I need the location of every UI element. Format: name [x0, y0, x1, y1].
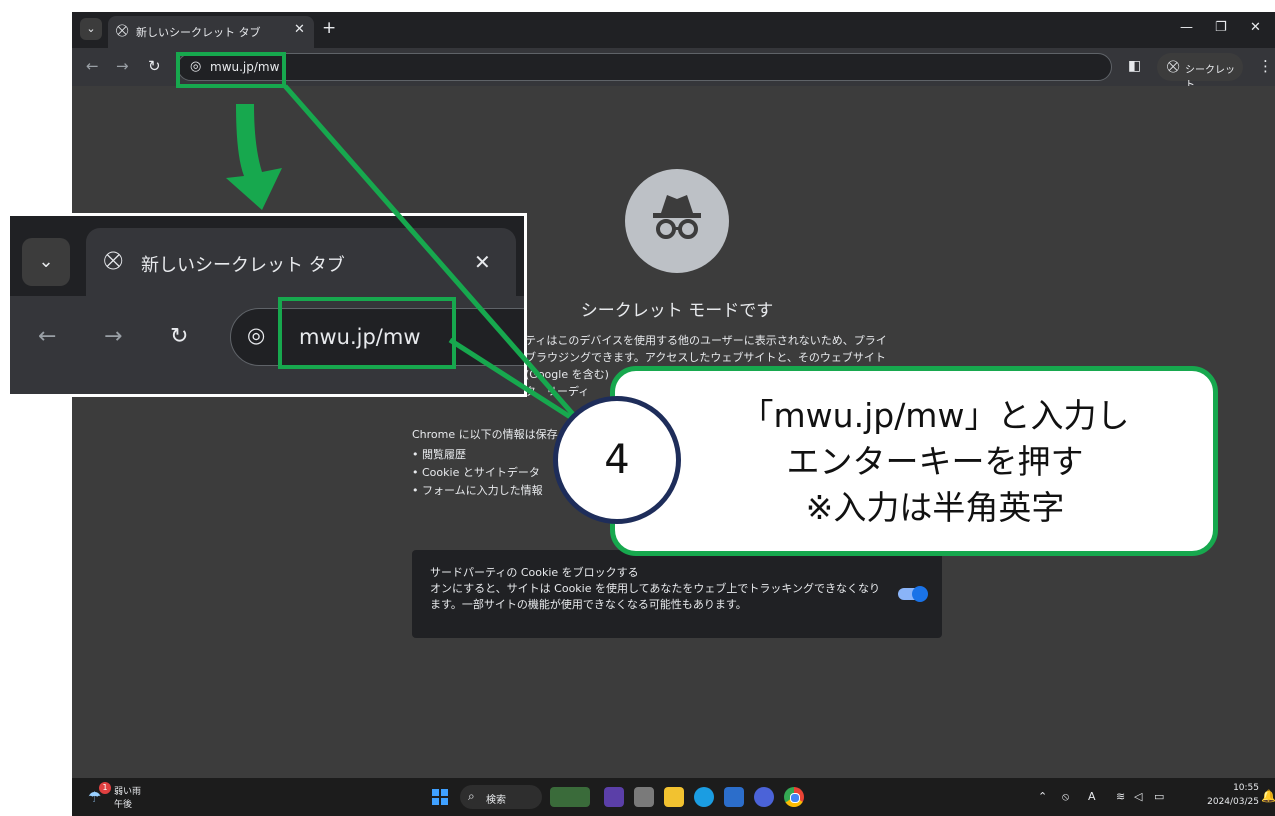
- url-highlight: [176, 52, 286, 88]
- instruction-line: エンターキーを押す: [786, 442, 1084, 481]
- callout-line: [283, 84, 602, 447]
- instruction-line: ※入力は半角英字: [805, 488, 1065, 527]
- down-arrow-icon: [226, 104, 282, 210]
- zoom-url-highlight: [278, 297, 456, 369]
- instruction-line: 「mwu.jp/mw」と入力し: [740, 396, 1130, 435]
- callout-line: [448, 337, 577, 423]
- instruction-text: 「mwu.jp/mw」と入力し エンターキーを押す ※入力は半角英字: [665, 393, 1205, 531]
- step-number-badge: 4: [553, 396, 681, 524]
- instruction-bubble: 「mwu.jp/mw」と入力し エンターキーを押す ※入力は半角英字: [610, 366, 1218, 556]
